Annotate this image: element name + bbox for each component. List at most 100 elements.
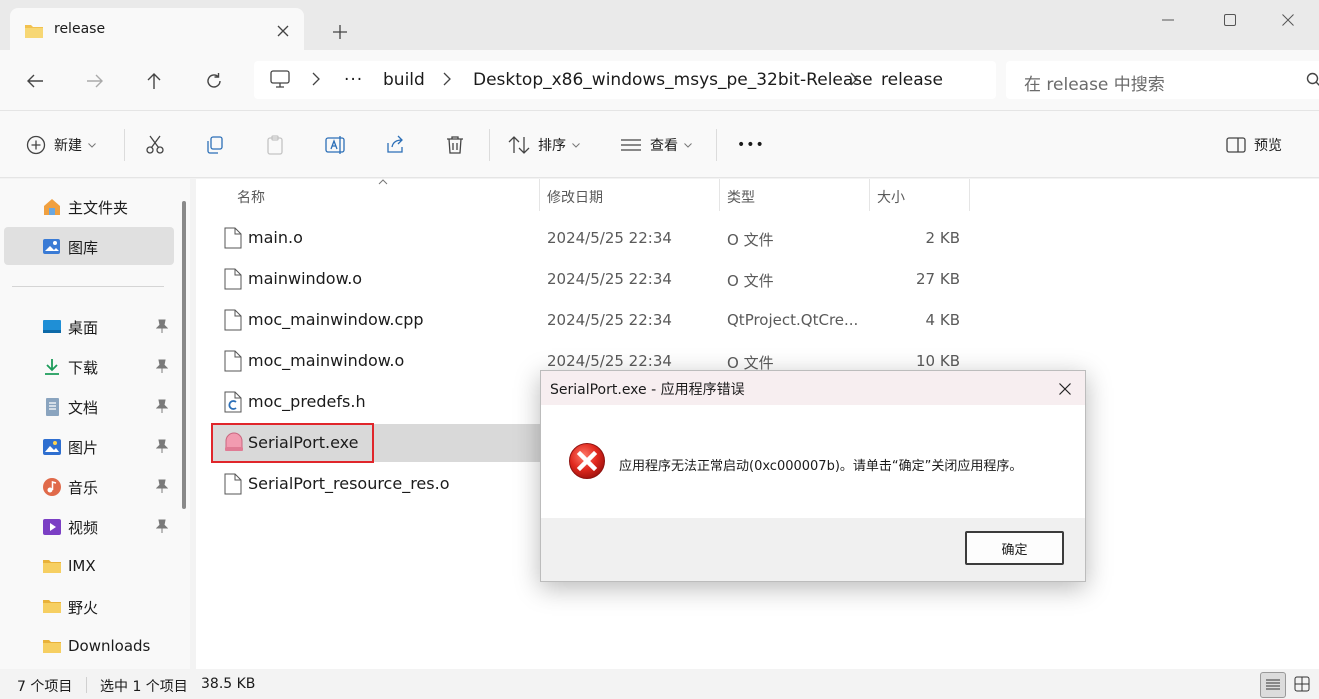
file-row[interactable]: moc_mainwindow.cpp 2024/5/25 22:34 QtPro… [212,301,972,339]
sidebar-item-yehuo[interactable]: 野火 [4,587,174,625]
sidebar-scrollbar[interactable] [182,201,186,509]
chevron-right-icon[interactable] [312,72,320,86]
breadcrumb-overflow[interactable]: ··· [344,70,363,90]
pin-icon[interactable] [156,399,168,413]
sidebar-item-home[interactable]: 主文件夹 [4,187,174,225]
computer-icon[interactable] [270,70,290,88]
more-button[interactable]: ••• [737,133,765,157]
breadcrumb-build[interactable]: build [383,70,425,90]
sidebar-item-videos[interactable]: 视频 [4,507,174,545]
rename-button[interactable] [325,133,347,157]
file-type: O 文件 [727,231,774,249]
sidebar-item-music[interactable]: 音乐 [4,467,174,505]
sidebar-item-desktop[interactable]: 桌面 [4,307,174,345]
dialog-title: SerialPort.exe - 应用程序错误 [550,382,745,398]
back-arrow-icon[interactable] [20,66,50,96]
file-icon [224,268,242,290]
breadcrumb-release[interactable]: release [881,70,943,90]
column-divider[interactable] [719,179,720,211]
sidebar-item-label: 音乐 [68,479,99,497]
column-divider[interactable] [969,179,970,211]
column-header-date[interactable]: 修改日期 [547,187,603,207]
sidebar-item-gallery[interactable]: 图库 [4,227,174,265]
sort-label: 排序 [538,138,566,154]
dialog-close-icon[interactable] [1053,378,1077,400]
chevron-right-icon[interactable] [850,72,858,86]
folder-icon [42,637,62,657]
home-icon [42,197,62,217]
file-date: 2024/5/25 22:34 [547,229,672,247]
pin-icon[interactable] [156,519,168,533]
search-box[interactable]: 在 release 中搜索 [1006,61,1319,99]
forward-arrow-icon[interactable] [80,66,110,96]
item-count: 7 个项目 [17,679,73,695]
pin-icon[interactable] [156,479,168,493]
address-bar[interactable]: ··· build Desktop_x86_windows_msys_pe_32… [254,61,996,99]
divider [489,129,490,161]
sidebar-item-label: 图库 [68,239,99,257]
paste-button[interactable] [265,133,285,157]
new-tab-icon[interactable] [328,20,352,44]
sidebar-divider [12,286,164,287]
column-header-type[interactable]: 类型 [727,187,755,207]
divider [86,677,87,693]
plus-circle-icon [26,135,46,155]
sidebar-item-label: 野火 [68,599,99,617]
file-row[interactable]: main.o 2024/5/25 22:34 O 文件 2 KB [212,219,972,257]
column-header-name[interactable]: 名称 [237,187,265,207]
file-name: mainwindow.o [248,269,363,288]
search-icon[interactable] [1306,72,1319,88]
error-dialog: SerialPort.exe - 应用程序错误 应用程序无法正常启动(0xc00… [540,370,1086,582]
chevron-down-icon [572,142,580,148]
copy-icon [205,135,225,155]
minimize-icon[interactable] [1137,0,1199,40]
maximize-icon[interactable] [1199,0,1261,40]
chevron-right-icon[interactable] [443,72,451,86]
column-divider[interactable] [869,179,870,211]
sidebar-item-imx[interactable]: IMX [4,547,174,585]
tab-release[interactable]: release [10,8,304,52]
file-row[interactable]: mainwindow.o 2024/5/25 22:34 O 文件 27 KB [212,260,972,298]
sidebar-item-downloads-folder[interactable]: Downloads [4,627,174,665]
share-button[interactable] [385,133,405,157]
close-icon[interactable] [1257,0,1319,40]
file-name: moc_mainwindow.o [248,351,405,370]
trash-icon [445,135,465,155]
file-icon [224,309,242,331]
file-date: 2024/5/25 22:34 [547,270,672,288]
file-date: 2024/5/25 22:34 [547,352,672,370]
preview-button[interactable]: 预览 [1226,133,1282,157]
sort-button[interactable]: 排序 [508,133,580,157]
new-button[interactable]: 新建 [26,133,96,157]
delete-button[interactable] [445,133,465,157]
file-icon [224,473,242,495]
view-button[interactable]: 查看 [620,133,692,157]
refresh-icon[interactable] [199,66,229,96]
dialog-message: 应用程序无法正常启动(0xc000007b)。请单击“确定”关闭应用程序。 [619,459,1023,474]
copy-button[interactable] [205,133,225,157]
scissors-icon [145,135,165,155]
sidebar-item-label: 文档 [68,399,99,417]
up-arrow-icon[interactable] [139,66,169,96]
breadcrumb-desktop-release[interactable]: Desktop_x86_windows_msys_pe_32bit-Releas… [473,70,873,90]
sidebar-item-downloads-pinned[interactable]: 下载 [4,347,174,385]
view-label: 查看 [650,138,678,154]
column-divider[interactable] [539,179,540,211]
sidebar-item-documents[interactable]: 文档 [4,387,174,425]
ok-button[interactable]: 确定 [965,531,1064,565]
divider [716,129,717,161]
tiles-view-icon[interactable] [1294,676,1310,692]
sidebar-item-pictures[interactable]: 图片 [4,427,174,465]
column-header-size[interactable]: 大小 [877,187,905,207]
chevron-down-icon [88,142,96,148]
pin-icon[interactable] [156,359,168,373]
pin-icon[interactable] [156,319,168,333]
tab-close-icon[interactable] [272,20,294,42]
cut-button[interactable] [145,133,165,157]
dialog-body: 应用程序无法正常启动(0xc000007b)。请单击“确定”关闭应用程序。 [541,405,1085,518]
sidebar-item-label: 桌面 [68,319,99,337]
pin-icon[interactable] [156,439,168,453]
dialog-title-bar[interactable]: SerialPort.exe - 应用程序错误 [541,371,1085,405]
details-view-icon[interactable] [1260,672,1286,698]
document-icon [42,397,62,417]
